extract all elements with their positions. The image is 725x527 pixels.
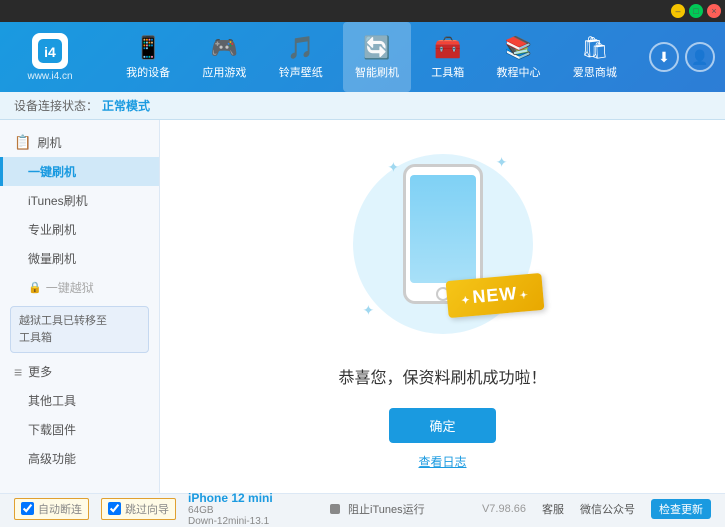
mydevice-icon: 📱 xyxy=(134,35,161,61)
sidebar-section-flash: 📋 刷机 一键刷机 iTunes刷机 专业刷机 微量刷机 🔒 一键越狱 越狱工具… xyxy=(0,128,159,353)
logo-url: www.i4.cn xyxy=(27,71,72,82)
appgame-icon: 🎮 xyxy=(211,35,238,61)
info-box-text: 越狱工具已转移至工具箱 xyxy=(19,315,107,344)
sparkle-1: ✦ xyxy=(388,159,400,176)
smartflash-label: 智能刷机 xyxy=(355,64,399,80)
wechat-link[interactable]: 微信公众号 xyxy=(580,501,635,517)
othertools-label: 其他工具 xyxy=(28,394,76,408)
nav-store[interactable]: 🛍 爱思商城 xyxy=(561,22,629,92)
device-model: Down-12mini-13.1 xyxy=(188,516,273,527)
footer-left: 自动断连 跳过向导 iPhone 12 mini 64GB Down-12min… xyxy=(14,491,273,527)
smartflash-icon: 🔄 xyxy=(363,35,390,61)
logo-icon: i4 xyxy=(32,33,68,69)
success-message: 恭喜您，保资料刷机成功啦！ xyxy=(338,364,546,388)
flash-section-label: 刷机 xyxy=(37,134,61,151)
footer: 自动断连 跳过向导 iPhone 12 mini 64GB Down-12min… xyxy=(0,493,725,523)
itunes-control: 阻止iTunes运行 xyxy=(330,501,425,517)
auto-disconnect-checkbox[interactable]: 自动断连 xyxy=(14,498,89,520)
itunes-label: iTunes刷机 xyxy=(28,194,88,208)
download-button[interactable]: ⬇ xyxy=(649,42,679,72)
version-label: V7.98.66 xyxy=(482,503,526,515)
update-button[interactable]: 检查更新 xyxy=(651,499,711,519)
lock-icon: 🔒 xyxy=(28,281,42,294)
maximize-button[interactable]: □ xyxy=(689,4,703,18)
close-button[interactable]: × xyxy=(707,4,721,18)
content-area: ✦ ✦ ✦ NEW 恭喜您，保资料刷机成功啦！ 确定 查看日志 xyxy=(160,120,725,493)
micro-label: 微量刷机 xyxy=(28,252,76,266)
sidebar-item-micro[interactable]: 微量刷机 xyxy=(0,244,159,273)
header-actions: ⬇ 👤 xyxy=(643,42,715,72)
header: i4 www.i4.cn 📱 我的设备 🎮 应用游戏 🎵 铃声壁纸 🔄 智能刷机… xyxy=(0,22,725,92)
sparkle-2: ✦ xyxy=(496,154,508,171)
support-link[interactable]: 客服 xyxy=(542,501,564,517)
device-info: iPhone 12 mini 64GB Down-12mini-13.1 xyxy=(188,491,273,527)
appgame-label: 应用游戏 xyxy=(202,64,246,80)
skip-wizard-input[interactable] xyxy=(108,502,121,515)
nav-ringtone[interactable]: 🎵 铃声壁纸 xyxy=(267,22,335,92)
new-badge: NEW xyxy=(445,272,544,317)
sidebar: 📋 刷机 一键刷机 iTunes刷机 专业刷机 微量刷机 🔒 一键越狱 越狱工具… xyxy=(0,120,160,493)
sidebar-item-onekey[interactable]: 一键刷机 xyxy=(0,157,159,186)
confirm-button[interactable]: 确定 xyxy=(389,408,495,443)
device-name: iPhone 12 mini xyxy=(188,491,273,505)
download-label: 下载固件 xyxy=(28,423,76,437)
sidebar-item-advanced[interactable]: 高级功能 xyxy=(0,444,159,473)
advanced-label: 高级功能 xyxy=(28,452,76,466)
sidebar-section-more: ≡ 更多 其他工具 下载固件 高级功能 xyxy=(0,357,159,473)
ringtone-label: 铃声壁纸 xyxy=(279,64,323,80)
onekey-label: 一键刷机 xyxy=(28,165,76,179)
store-label: 爱思商城 xyxy=(573,64,617,80)
skip-wizard-checkbox[interactable]: 跳过向导 xyxy=(101,498,176,520)
sidebar-item-pro[interactable]: 专业刷机 xyxy=(0,215,159,244)
status-value: 正常模式 xyxy=(102,97,150,114)
device-storage: 64GB xyxy=(188,505,273,516)
status-prefix: 设备连接状态： xyxy=(14,97,98,114)
pro-label: 专业刷机 xyxy=(28,223,76,237)
jailbreak-label: 一键越狱 xyxy=(46,279,94,296)
nav-mydevice[interactable]: 📱 我的设备 xyxy=(114,22,182,92)
sparkle-3: ✦ xyxy=(363,302,375,319)
flash-section-icon: 📋 xyxy=(14,134,31,151)
main-area: 📋 刷机 一键刷机 iTunes刷机 专业刷机 微量刷机 🔒 一键越狱 越狱工具… xyxy=(0,120,725,493)
toolbox-label: 工具箱 xyxy=(431,64,464,80)
auto-disconnect-label: 自动断连 xyxy=(38,501,82,517)
itunes-icon xyxy=(330,504,340,514)
logo: i4 www.i4.cn xyxy=(10,33,90,82)
sidebar-item-download[interactable]: 下载固件 xyxy=(0,415,159,444)
tutorial-label: 教程中心 xyxy=(497,64,541,80)
toolbox-icon: 🧰 xyxy=(434,35,461,61)
sidebar-item-othertools[interactable]: 其他工具 xyxy=(0,386,159,415)
ringtone-icon: 🎵 xyxy=(287,35,314,61)
phone-illustration: ✦ ✦ ✦ NEW xyxy=(343,144,543,344)
nav-bar: 📱 我的设备 🎮 应用游戏 🎵 铃声壁纸 🔄 智能刷机 🧰 工具箱 📚 教程中心… xyxy=(110,22,633,92)
sidebar-section-header-more[interactable]: ≡ 更多 xyxy=(0,357,159,386)
minimize-button[interactable]: – xyxy=(671,4,685,18)
sidebar-item-jailbreak-disabled: 🔒 一键越狱 xyxy=(0,273,159,302)
auto-disconnect-input[interactable] xyxy=(21,502,34,515)
more-section-label: 更多 xyxy=(28,363,52,380)
nav-toolbox[interactable]: 🧰 工具箱 xyxy=(419,22,476,92)
sidebar-item-itunes[interactable]: iTunes刷机 xyxy=(0,186,159,215)
sidebar-info-box: 越狱工具已转移至工具箱 xyxy=(10,306,149,353)
nav-appgame[interactable]: 🎮 应用游戏 xyxy=(190,22,258,92)
mydevice-label: 我的设备 xyxy=(126,64,170,80)
itunes-label[interactable]: 阻止iTunes运行 xyxy=(348,501,425,517)
title-bar: – □ × xyxy=(0,0,725,22)
skip-wizard-label: 跳过向导 xyxy=(125,501,169,517)
user-button[interactable]: 👤 xyxy=(685,42,715,72)
tutorial-icon: 📚 xyxy=(505,35,532,61)
footer-right: V7.98.66 客服 微信公众号 检查更新 xyxy=(482,499,711,519)
phone-screen xyxy=(410,175,476,283)
nav-tutorial[interactable]: 📚 教程中心 xyxy=(485,22,553,92)
store-icon: 🛍 xyxy=(581,35,609,61)
svg-text:i4: i4 xyxy=(44,44,56,60)
status-bar: 设备连接状态： 正常模式 xyxy=(0,92,725,120)
sidebar-section-header-flash[interactable]: 📋 刷机 xyxy=(0,128,159,157)
more-section-icon: ≡ xyxy=(14,364,22,380)
view-log-link[interactable]: 查看日志 xyxy=(418,453,466,470)
nav-smartflash[interactable]: 🔄 智能刷机 xyxy=(343,22,411,92)
